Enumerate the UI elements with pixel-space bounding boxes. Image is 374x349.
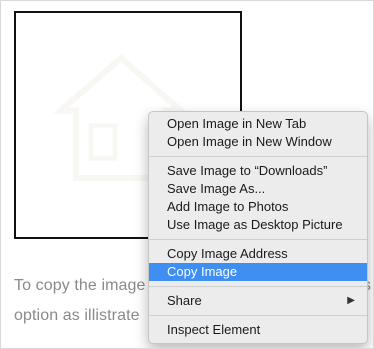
menu-item-label: Inspect Element (167, 322, 261, 337)
menu-item-copy-image-address[interactable]: Copy Image Address (149, 245, 367, 263)
menu-item-copy-image[interactable]: Copy Image (149, 263, 367, 281)
menu-separator (149, 156, 367, 157)
menu-item-save-image-to-downloads[interactable]: Save Image to “Downloads” (149, 162, 367, 180)
menu-separator (149, 286, 367, 287)
menu-item-use-image-as-desktop-picture[interactable]: Use Image as Desktop Picture (149, 216, 367, 234)
menu-item-label: Save Image to “Downloads” (167, 163, 328, 178)
submenu-arrow-icon: ▶ (347, 295, 355, 306)
menu-item-inspect-element[interactable]: Inspect Element (149, 321, 367, 339)
article-text-line-1: To copy the image (14, 277, 146, 294)
menu-item-label: Open Image in New Window (167, 134, 332, 149)
menu-item-label: Use Image as Desktop Picture (167, 217, 343, 232)
menu-item-label: Copy Image Address (167, 246, 288, 261)
menu-item-label: Share (167, 293, 202, 308)
menu-item-label: Copy Image (167, 264, 238, 279)
menu-separator (149, 315, 367, 316)
menu-item-open-image-in-new-tab[interactable]: Open Image in New Tab (149, 115, 367, 133)
menu-separator (149, 239, 367, 240)
menu-item-label: Save Image As... (167, 181, 266, 196)
menu-item-share[interactable]: Share ▶ (149, 292, 367, 310)
article-text-line-2: option as illistrate (14, 307, 140, 324)
menu-item-save-image-as[interactable]: Save Image As... (149, 180, 367, 198)
menu-item-label: Open Image in New Tab (167, 116, 307, 131)
menu-item-add-image-to-photos[interactable]: Add Image to Photos (149, 198, 367, 216)
menu-item-open-image-in-new-window[interactable]: Open Image in New Window (149, 133, 367, 151)
menu-item-label: Add Image to Photos (167, 199, 289, 214)
context-menu: Open Image in New Tab Open Image in New W… (148, 111, 368, 344)
screenshot-frame: To copy the image s option as illistrate… (0, 0, 374, 349)
